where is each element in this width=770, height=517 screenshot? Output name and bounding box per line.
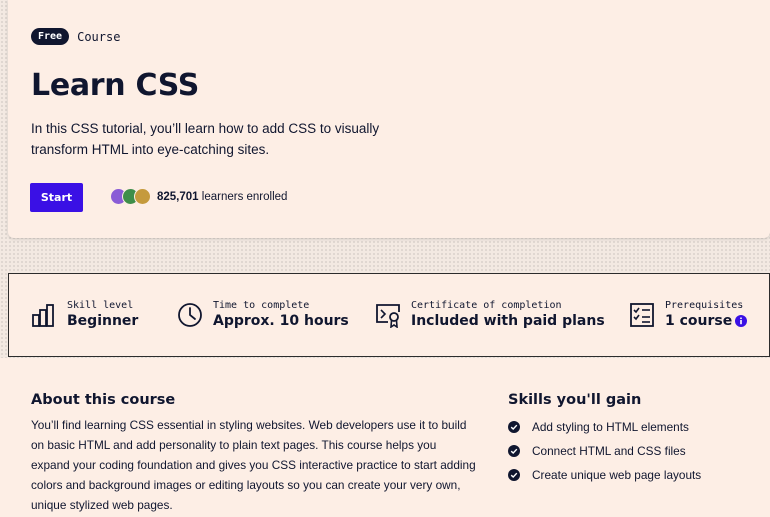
enrollment-text: 825,701 learners enrolled [157,191,287,203]
skills-list: Add styling to HTML elements Connect HTM… [508,415,701,487]
stat-value: Beginner [67,313,139,329]
start-button[interactable]: Start [30,183,83,212]
skills-title: Skills you'll gain [508,392,642,408]
list-item: Create unique web page layouts [508,463,701,487]
free-badge: Free [31,28,70,45]
stat-skill-level: Skill level Beginner [31,300,138,330]
course-stats: Skill level Beginner Time to complete Ap… [8,273,770,357]
enrollment-suffix: learners enrolled [198,190,288,203]
bar-chart-icon [32,304,54,327]
stat-prerequisites: Prerequisites 1 course [629,300,748,330]
stat-time-to-complete: Time to complete Approx. 10 hours [177,300,349,330]
about-text: You’ll find learning CSS essential in st… [31,418,476,512]
avatar [134,188,151,205]
about-section: About this course You’ll find learning C… [0,358,770,517]
learner-avatars [110,188,151,205]
skill-label: Create unique web page layouts [532,468,702,482]
course-type-label: Course [77,29,121,44]
skill-label: Add styling to HTML elements [532,420,689,434]
stat-value: 1 course [665,312,748,330]
stat-value: Included with paid plans [411,313,605,329]
enrollment-info: 825,701 learners enrolled [110,188,287,205]
course-description: In this CSS tutorial, you’ll learn how t… [31,121,380,157]
check-circle-icon [508,469,520,481]
stat-label: Prerequisites [665,300,744,311]
list-item: Add styling to HTML elements [508,415,701,439]
stat-label: Time to complete [213,300,310,311]
info-icon[interactable] [735,315,748,327]
check-circle-icon [508,421,520,433]
certificate-icon [376,304,400,328]
clock-icon [178,303,202,327]
about-title: About this course [31,392,176,408]
stat-label: Certificate of completion [411,300,562,311]
stat-value: Approx. 10 hours [213,313,349,329]
enrollment-count: 825,701 [157,190,199,203]
stat-label: Skill level [67,300,134,311]
list-item: Connect HTML and CSS files [508,439,701,463]
course-hero: Free Course Learn CSS In this CSS tutori… [8,0,770,238]
check-circle-icon [508,445,520,457]
course-meta: Free Course [31,28,120,45]
checklist-icon [630,303,654,327]
page-title: Learn CSS [31,68,200,103]
prerequisites-value: 1 course [665,313,733,329]
skill-label: Connect HTML and CSS files [532,444,686,458]
stat-certificate: Certificate of completion Included with … [375,300,605,330]
